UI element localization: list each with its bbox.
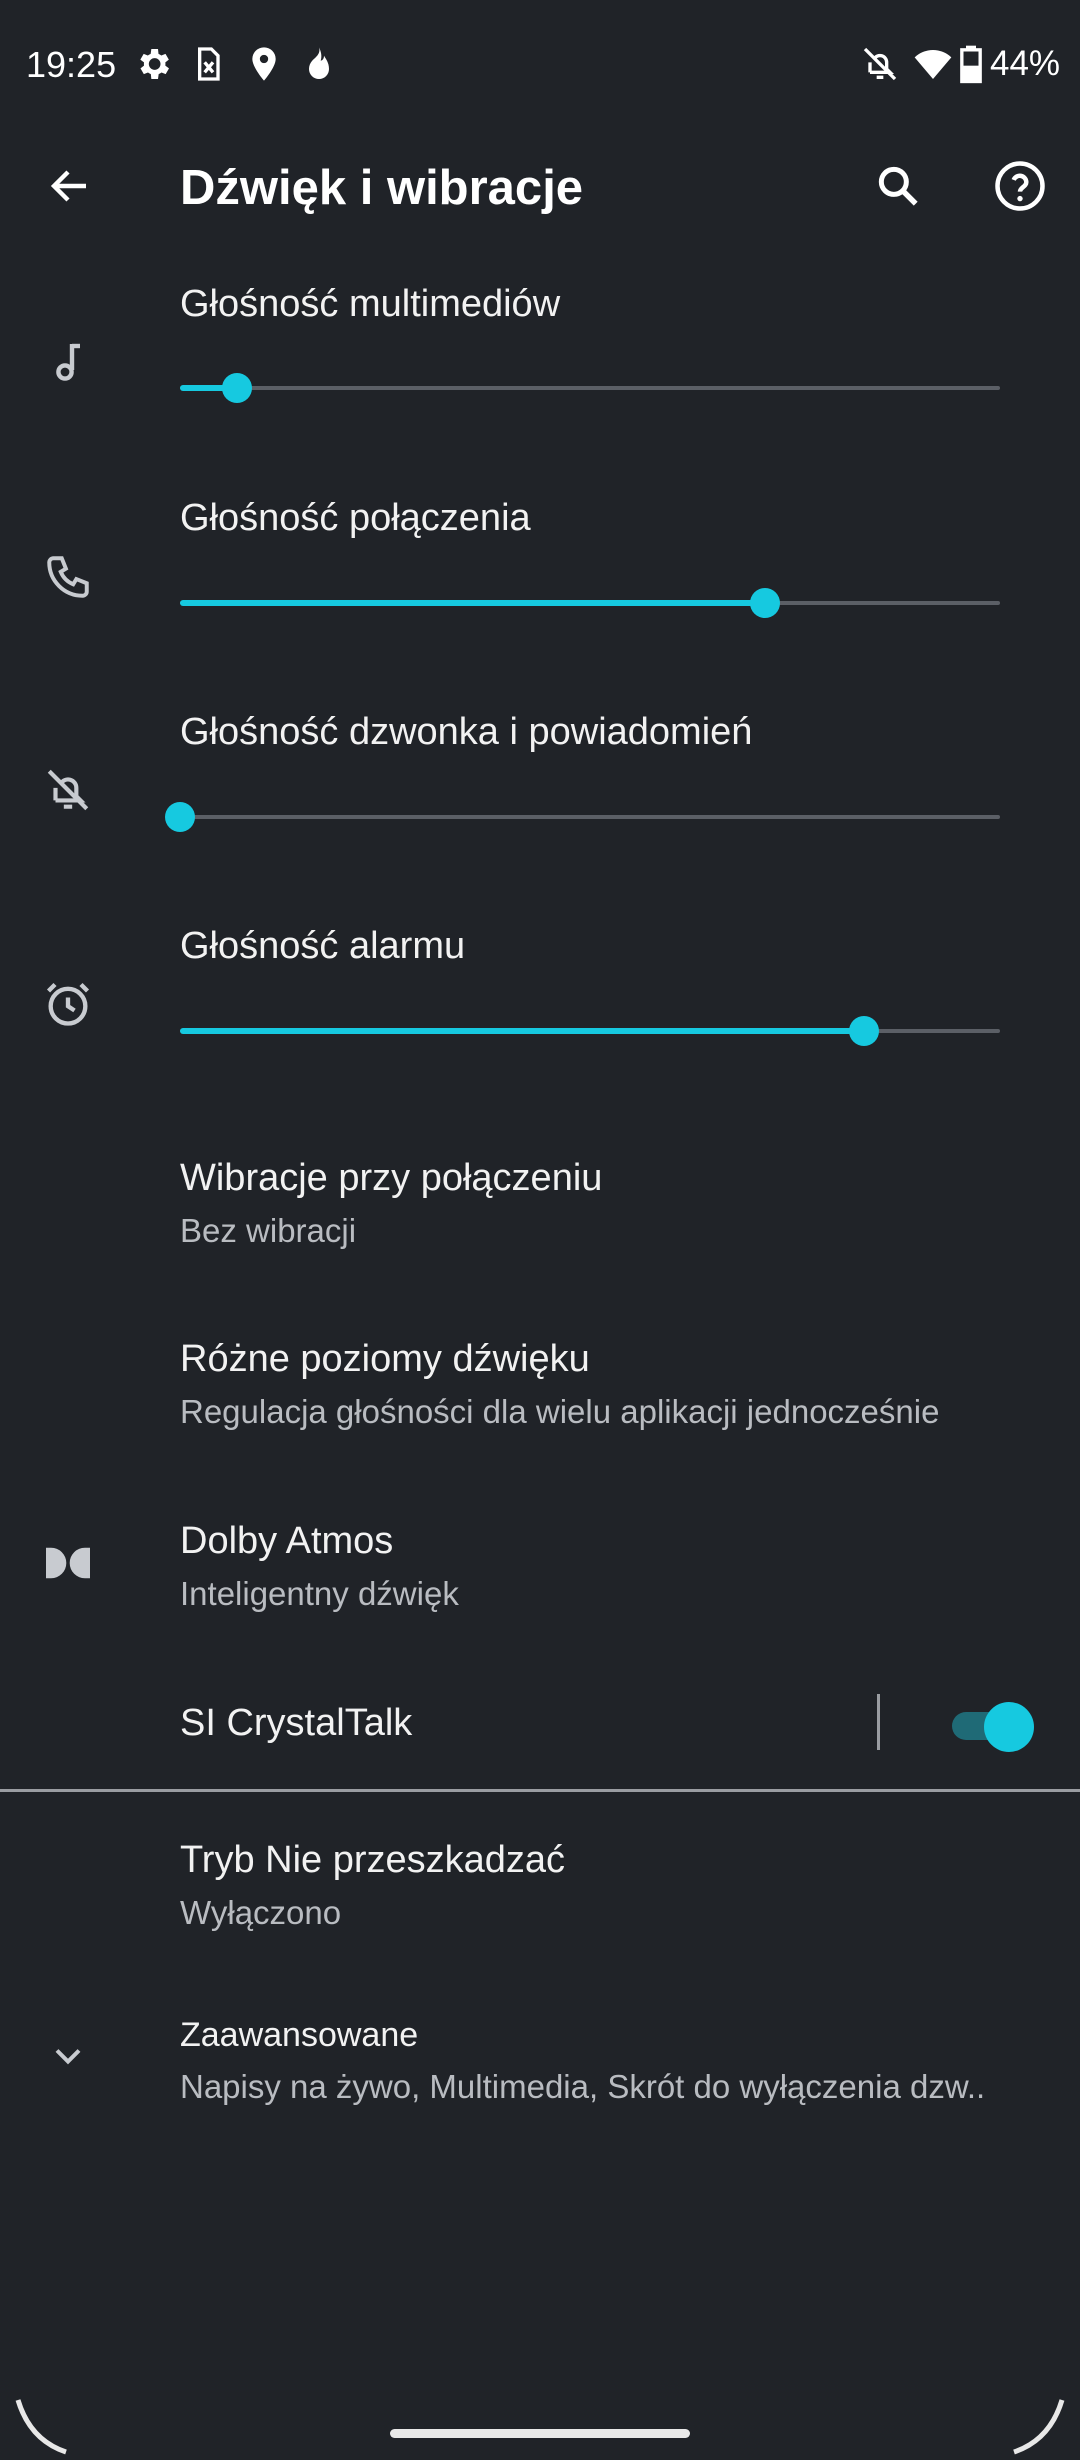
screen-corner-right (1013, 2399, 1065, 2455)
slider-thumb[interactable] (222, 373, 253, 403)
search-icon[interactable] (858, 146, 938, 226)
screen-corner-left (15, 2399, 67, 2455)
wifi-icon (913, 44, 953, 84)
chevron-down-icon (40, 2028, 96, 2084)
arrow-left-icon[interactable] (30, 146, 110, 226)
bell-off-icon (860, 44, 900, 84)
slider-thumb[interactable] (750, 588, 781, 618)
battery-percent: 44% (990, 44, 1061, 83)
dolby-summary: Inteligentny dźwięk (180, 1575, 459, 1612)
fire-icon (299, 44, 339, 84)
volume-label: Głośność multimediów (180, 283, 561, 325)
alarm-clock-icon (40, 976, 96, 1032)
volume-label: Głośność alarmu (180, 925, 466, 967)
music-note-icon (40, 334, 96, 390)
volume-label: Głośność połączenia (180, 497, 531, 539)
slider-track (180, 386, 1000, 390)
advanced-summary: Napisy na żywo, Multimedia, Skrót do wył… (180, 2068, 986, 2105)
volume-slider-ringer[interactable] (165, 797, 1000, 837)
bell-off-icon (40, 762, 96, 818)
phone-icon (40, 549, 96, 605)
vibration-summary: Bez wibracji (180, 1212, 357, 1249)
dnd-label: Tryb Nie przeszkadzać (180, 1839, 566, 1881)
slider-fill (180, 600, 766, 606)
sim-icon (188, 44, 228, 84)
dolby-icon (40, 1535, 96, 1591)
divider-vertical (877, 1694, 880, 1750)
volume-slider-alarm[interactable] (180, 1011, 1000, 1051)
dolby-label: Dolby Atmos (180, 1520, 394, 1562)
gear-icon (133, 44, 173, 84)
vibration-label: Wibracje przy połączeniu (180, 1157, 603, 1199)
slider-thumb[interactable] (165, 802, 195, 832)
dnd-summary: Wyłączono (180, 1894, 342, 1931)
section-divider (0, 1789, 1080, 1792)
home-gesture-bar[interactable] (390, 2429, 690, 2438)
battery-icon (958, 44, 984, 84)
volume-slider-call[interactable] (180, 583, 1000, 623)
multi-levels-label: Różne poziomy dźwięku (180, 1338, 590, 1380)
slider-thumb[interactable] (848, 1016, 879, 1046)
crystaltalk-toggle[interactable] (948, 1700, 1034, 1752)
status-bar: 19:25 44% (0, 0, 1080, 130)
help-icon[interactable] (980, 146, 1060, 226)
page-title: Dźwięk i wibracje (180, 161, 584, 215)
slider-fill (180, 1028, 864, 1034)
advanced-label: Zaawansowane (180, 2016, 419, 2054)
crystaltalk-label: SI CrystalTalk (180, 1702, 413, 1744)
status-time: 19:25 (26, 44, 117, 85)
location-icon (244, 44, 284, 84)
volume-slider-media[interactable] (180, 368, 1000, 408)
toggle-knob (984, 1702, 1034, 1752)
volume-label: Głośność dzwonka i powiadomień (180, 711, 753, 753)
app-bar: Dźwięk i wibracje (0, 130, 1080, 242)
multi-levels-summary: Regulacja głośności dla wielu aplikacji … (180, 1393, 940, 1430)
slider-track (180, 815, 1000, 819)
